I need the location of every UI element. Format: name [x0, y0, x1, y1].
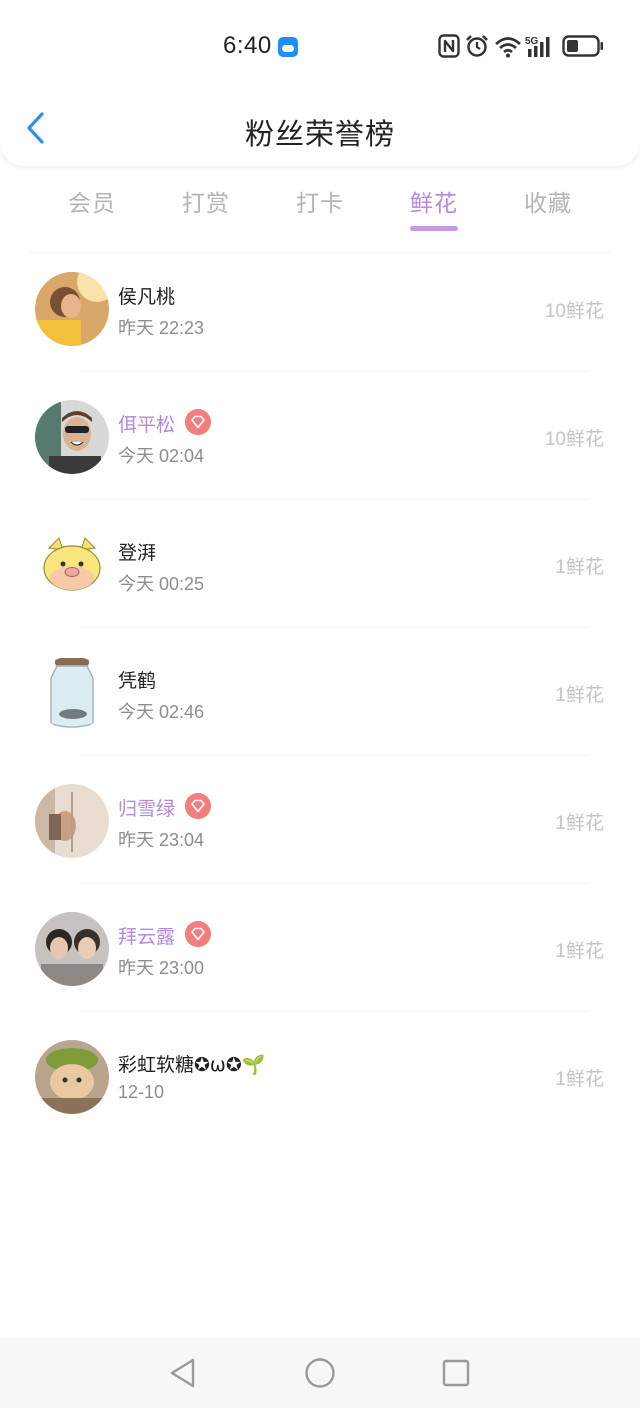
- weather-cloud-icon: [278, 37, 298, 57]
- fan-time: 昨天 22:23: [118, 318, 205, 338]
- fan-name: 彩虹软糖✪ω✪🌱: [118, 1054, 266, 1076]
- fan-name: 归雪绿: [118, 798, 176, 820]
- list-item[interactable]: 拜云露 昨天 23:00 1鲜花: [0, 884, 640, 1012]
- fan-name: 登湃: [118, 542, 157, 564]
- list-item[interactable]: 彩虹软糖✪ω✪🌱 12-10 1鲜花: [0, 1012, 640, 1140]
- tab-bar: 会员 打赏 打卡 鲜花 收藏: [0, 170, 640, 240]
- status-bar: 6:40 5G: [0, 0, 640, 94]
- avatar[interactable]: [35, 912, 109, 986]
- tab-reward[interactable]: 打赏: [166, 184, 246, 218]
- flower-count: 1鲜花: [555, 1069, 604, 1090]
- page-title: 粉丝荣誉榜: [244, 117, 395, 151]
- page-header: 粉丝荣誉榜: [0, 94, 640, 166]
- fan-time: 昨天 23:04: [118, 830, 205, 850]
- flower-count: 1鲜花: [555, 557, 604, 578]
- vip-diamond-icon: [185, 409, 211, 435]
- tab-favorites[interactable]: 收藏: [508, 184, 588, 218]
- fan-name: 凭鹤: [118, 670, 157, 692]
- fan-time: 今天 02:46: [118, 702, 205, 722]
- fan-name: 侯凡桃: [118, 286, 176, 308]
- fan-time: 今天 02:04: [118, 446, 205, 466]
- status-time: 6:40: [223, 32, 272, 59]
- flower-count: 10鲜花: [544, 301, 604, 322]
- top-card: 6:40 5G 粉丝荣誉榜: [0, 0, 640, 166]
- avatar[interactable]: [35, 656, 109, 730]
- network-type-label: 5G: [525, 36, 539, 47]
- fan-time: 12-10: [118, 1082, 165, 1102]
- battery-icon: [562, 35, 603, 57]
- list-item[interactable]: 侯凡桃 昨天 22:23 10鲜花: [0, 244, 640, 372]
- list-item[interactable]: 归雪绿 昨天 23:04 1鲜花: [0, 756, 640, 884]
- list-item[interactable]: 登湃 今天 00:25 1鲜花: [0, 500, 640, 628]
- circle-home-icon[interactable]: [303, 1356, 337, 1390]
- flower-count: 1鲜花: [555, 941, 604, 962]
- vip-diamond-icon: [185, 793, 211, 819]
- avatar[interactable]: [35, 1040, 109, 1114]
- avatar[interactable]: [35, 400, 109, 474]
- system-nav-bar: [0, 1338, 640, 1408]
- fan-name: 拜云露: [118, 926, 176, 948]
- flower-count: 10鲜花: [544, 429, 604, 450]
- list-item[interactable]: 凭鹤 今天 02:46 1鲜花: [0, 628, 640, 756]
- alarm-icon: [466, 35, 488, 57]
- fan-time: 今天 00:25: [118, 574, 205, 594]
- nfc-icon: [438, 34, 460, 58]
- avatar[interactable]: [35, 272, 109, 346]
- square-recents-icon[interactable]: [439, 1356, 473, 1390]
- flower-count: 1鲜花: [555, 813, 604, 834]
- 5g-signal-icon: 5G: [525, 36, 550, 57]
- avatar[interactable]: [35, 784, 109, 858]
- fan-name: 佴平松: [118, 414, 176, 436]
- avatar[interactable]: [35, 528, 109, 602]
- active-tab-indicator: [410, 226, 458, 231]
- fan-time: 昨天 23:00: [118, 958, 205, 978]
- triangle-back-icon[interactable]: [166, 1356, 200, 1390]
- vip-diamond-icon: [185, 921, 211, 947]
- list-item[interactable]: 佴平松 今天 02:04 10鲜花: [0, 372, 640, 500]
- wifi-icon: [495, 37, 521, 58]
- flower-count: 1鲜花: [555, 685, 604, 706]
- tab-flowers[interactable]: 鲜花: [394, 184, 474, 218]
- tab-checkin[interactable]: 打卡: [280, 184, 360, 218]
- tab-member[interactable]: 会员: [52, 184, 132, 218]
